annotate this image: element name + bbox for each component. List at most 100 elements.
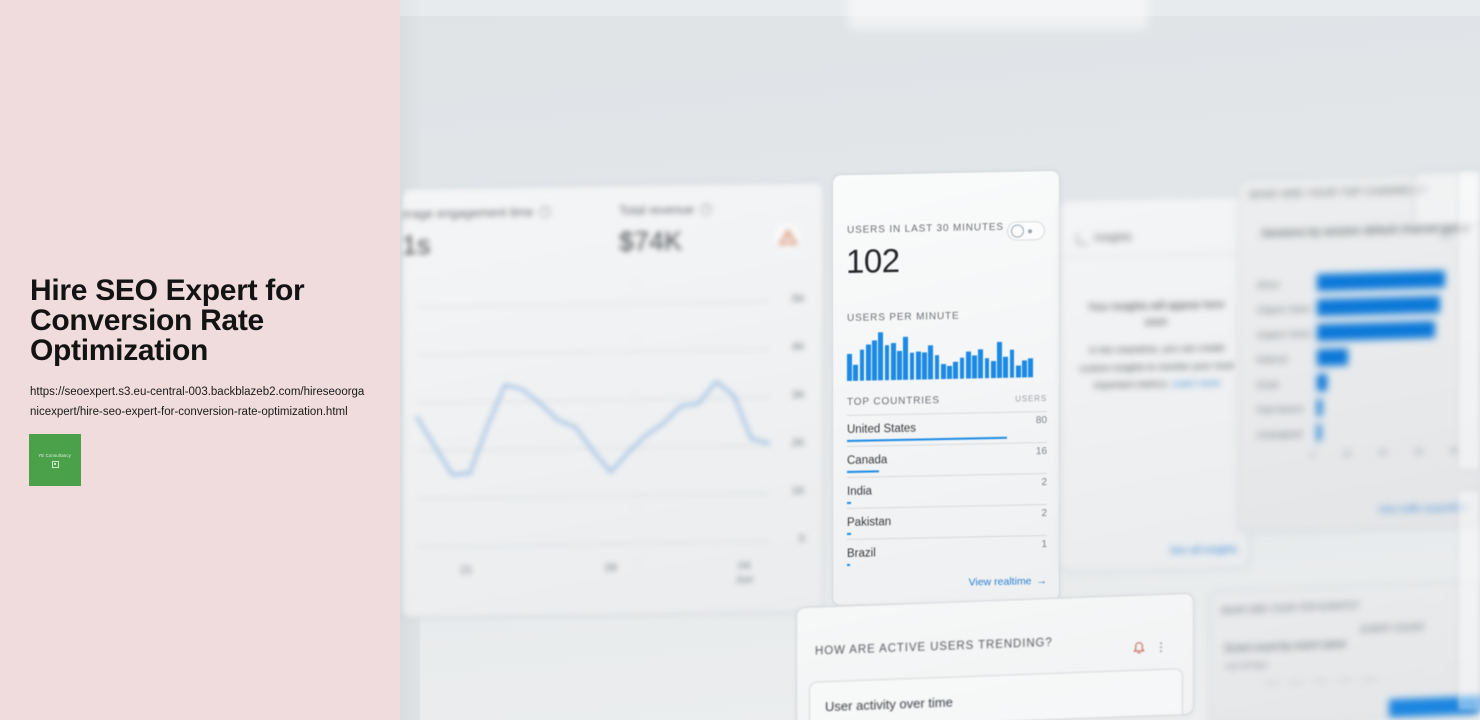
users-per-minute-bar [909,352,915,380]
chart-y-tick: 2K [791,436,805,450]
users-per-minute-bar [1009,349,1015,378]
photo-soft-panel [848,0,1148,30]
users-per-minute-bar [997,341,1002,378]
top-channels-card: WHAT ARE YOUR TOP CHANNELS? Sessions by … [1238,172,1480,534]
toggle-dot [1028,228,1032,233]
page-url[interactable]: https://seoexpert.s3.eu-central-003.back… [30,383,370,423]
brand-logo[interactable]: YE Consultancy [29,434,81,486]
insights-card: Insights Your insights will appear here … [1060,196,1250,572]
metric-label-text: Total revenue [619,202,695,218]
page-title: Hire SEO Expert for Conversion Rate Opti… [30,274,305,367]
country-row[interactable]: Brazil 1 [847,534,1047,570]
users-per-minute-bar [1015,365,1021,378]
metric-total-revenue: Total revenue ? $74K [619,202,713,257]
see-all-insights-link[interactable]: See all insights [1170,544,1237,556]
insights-learn-more-link[interactable]: Learn more [1172,378,1221,390]
square-badge-icon [51,460,59,468]
country-row[interactable]: United States 80 [847,410,1047,446]
channel-label: Referral [1257,353,1288,365]
users-per-minute-label: USERS PER MINUTE [847,310,960,324]
channel-label: Unassigned [1257,428,1302,440]
channel-axis-tick: 40 [1378,448,1388,458]
metric-label-text: Average engagement time [402,205,534,222]
divider [1061,253,1249,258]
chart-y-tick: 5K [791,292,805,306]
channel-axis-tick: 60 [1414,447,1424,457]
brand-logo-name: YE Consultancy [38,452,72,458]
toggle-knob [1011,224,1024,238]
channel-bar [1317,295,1440,317]
users-per-minute-bar [1003,356,1009,378]
country-bar [847,563,850,566]
event-column-placeholder: —— [1337,674,1352,685]
country-row[interactable]: India 2 [847,472,1047,508]
users-per-minute-bar [897,351,902,380]
metric-value: $74K [619,225,683,257]
users-per-minute-bar [940,363,946,380]
question-circle-icon[interactable]: ? [539,205,552,219]
metric-value: 51s [402,229,431,261]
country-bar [847,501,851,504]
top-countries-list: United States 80 Canada 16 India 2 Pakistan 2 Br… [847,410,1047,570]
realtime-toggle-icon[interactable] [1007,221,1045,241]
insights-sub-line3: important metrics. [1093,378,1170,392]
metric-label: Average engagement time ? [402,205,552,222]
background-dashboard-photo: Average engagement time ? 51s Total reve… [398,0,1480,720]
event-count-label: EVENT COUNT [1360,621,1425,635]
users-per-minute-bar [878,332,884,381]
realtime-users-card: USERS IN LAST 30 MINUTES 102 USERS PER M… [832,169,1060,607]
chart-y-tick: 0 [798,532,805,546]
users-column-label: USERS [1015,393,1047,404]
users-per-minute-bar [928,345,934,380]
metric-average-engagement-time: Average engagement time ? 51s [402,205,552,262]
users-per-minute-bar [990,360,996,379]
screenshot-root: Average engagement time ? 51s Total reve… [0,0,1480,720]
more-options-icon [1160,642,1162,653]
event-column-placeholder: —— [1361,673,1376,684]
question-circle-icon[interactable]: ? [700,203,713,216]
country-row[interactable]: Pakistan 2 [847,503,1047,539]
insights-body-text: Your insights will appear here soon [1087,298,1225,328]
country-user-count: 2 [1041,476,1047,489]
country-name: Brazil [847,547,876,560]
top-countries-label: TOP COUNTRIES [847,395,940,408]
insights-sub-line1: In the meantime, you can create [1089,342,1225,357]
insights-sub-text: In the meantime, you can create custom i… [1075,339,1239,395]
users-per-minute-bar [859,349,865,381]
top-channels-kicker: WHAT ARE YOUR TOP CHANNELS? [1249,185,1429,202]
event-column-placeholder: —— [1313,675,1328,686]
channel-axis-tick: 20 [1342,449,1352,459]
chart-y-tick: 1K [791,484,805,498]
event-column-placeholder: —— [1265,677,1280,688]
channel-row: Unassigned [1257,416,1457,447]
users-per-minute-bar [947,365,952,379]
channel-label: Paid Search [1257,403,1304,415]
edge-panel-top [1458,170,1480,470]
top-countries-header: TOP COUNTRIES USERS [847,393,1047,408]
trend-card-icons [1133,641,1167,655]
country-bar [847,470,879,473]
users-per-minute-bar [965,351,971,379]
channel-label: Email [1257,378,1279,390]
country-name: India [847,485,872,498]
edge-panel-bottom [1458,490,1480,710]
country-name: Canada [847,454,888,467]
top-channels-title: Sessions by session default channel grou… [1261,221,1470,240]
users-per-minute-bar [934,355,940,380]
realtime-users-label: USERS IN LAST 30 MINUTES [847,221,1004,236]
country-row[interactable]: Canada 16 [847,441,1047,477]
right-edge-panels [1452,0,1480,720]
top-events-kicker: WHAT ARE YOUR TOP EVENTS? [1221,600,1360,616]
view-realtime-label: View realtime [968,575,1032,589]
active-users-trend-card: HOW ARE ACTIVE USERS TRENDING? User acti… [796,592,1194,720]
users-per-minute-bar [915,351,921,380]
users-per-minute-bar [1028,358,1034,378]
view-realtime-link[interactable]: View realtime → [969,575,1047,589]
channels-bar-rows: Direct Organic Search Organic Social Referr… [1257,266,1457,447]
left-text-panel: Hire SEO Expert for Conversion Rate Opti… [0,0,400,720]
users-per-minute-bar [959,357,965,379]
warning-triangle-icon[interactable] [774,223,801,251]
top-events-columns: —— —— —— —— —— [1265,670,1465,687]
users-per-minute-bar [872,340,877,381]
channel-label: Organic Search [1257,302,1311,315]
